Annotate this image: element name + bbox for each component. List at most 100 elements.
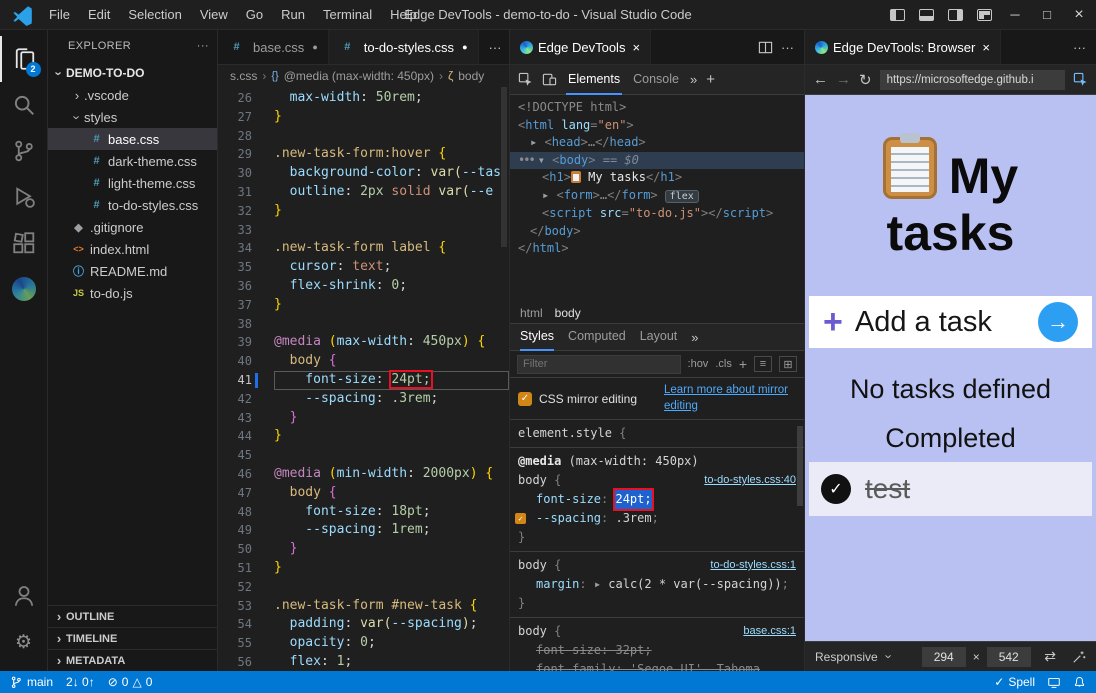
rotate-viewport-icon[interactable]: ⇄ xyxy=(1044,648,1056,665)
code-line[interactable]: body { xyxy=(274,352,509,371)
menu-go[interactable]: Go xyxy=(237,0,272,30)
style-rule-row[interactable]: margin: ▸ calc(2 * var(--spacing)); xyxy=(510,575,804,594)
tab-to-do-styles-css[interactable]: # to-do-styles.css ● xyxy=(329,30,479,64)
code-line[interactable]: opacity: 0; xyxy=(274,634,509,653)
run-debug-icon[interactable] xyxy=(0,174,48,220)
tab-computed[interactable]: Computed xyxy=(568,324,626,351)
toggle-sidebar-icon[interactable] xyxy=(890,9,905,21)
mirror-editing-checkbox[interactable]: ✓ xyxy=(518,392,532,406)
style-rule-row[interactable]: } xyxy=(510,528,804,547)
close-tab-icon[interactable]: × xyxy=(982,40,990,55)
viewport-height-input[interactable]: 542 xyxy=(987,647,1031,667)
explorer-icon[interactable]: 2 xyxy=(0,36,48,82)
style-rule-row[interactable]: ✓--spacing: .3rem; xyxy=(510,509,804,528)
code-line[interactable]: font-size: 18pt; xyxy=(274,503,509,522)
menu-view[interactable]: View xyxy=(191,0,237,30)
reload-icon[interactable]: ↻ xyxy=(859,71,872,89)
hide-lines-icon[interactable]: ≡ xyxy=(754,356,772,372)
code-line[interactable]: } xyxy=(274,108,509,127)
code-line[interactable]: --spacing: 1rem; xyxy=(274,521,509,540)
code-line[interactable] xyxy=(274,578,509,597)
explorer-item-light-theme.css[interactable]: #light-theme.css xyxy=(48,172,217,194)
tab-styles[interactable]: Styles xyxy=(520,324,554,351)
code-line[interactable]: .new-task-form label { xyxy=(274,239,509,258)
minimize-button[interactable]: ─ xyxy=(1006,7,1024,22)
search-icon[interactable] xyxy=(0,82,48,128)
style-rule-row[interactable]: body {to-do-styles.css:1 xyxy=(510,556,804,575)
dom-node[interactable]: •••▾ <body> == $0 xyxy=(510,152,804,170)
stylesheet-link[interactable]: to-do-styles.css:1 xyxy=(702,556,796,575)
device-emulation-icon[interactable] xyxy=(542,72,557,87)
style-rule-row[interactable]: body {base.css:1 xyxy=(510,622,804,641)
style-rule-row[interactable]: body {to-do-styles.css:40 xyxy=(510,471,804,490)
url-bar[interactable]: https://microsoftedge.github.i xyxy=(880,70,1065,90)
sync-indicator[interactable]: 2↓ 0↑ xyxy=(66,675,95,689)
menu-edit[interactable]: Edit xyxy=(79,0,119,30)
tab-console[interactable]: Console xyxy=(631,65,681,95)
dom-node[interactable]: </html> xyxy=(510,240,804,258)
breadcrumb-media[interactable]: @media (max-width: 450px) xyxy=(284,69,434,83)
code-line[interactable]: max-width: 50rem; xyxy=(274,89,509,108)
branch-indicator[interactable]: main xyxy=(10,675,53,689)
new-task-form[interactable]: + Add a task → xyxy=(809,296,1092,348)
settings-gear-icon[interactable]: ⚙ xyxy=(0,619,48,665)
dom-node[interactable]: </body> xyxy=(510,223,804,241)
dom-node[interactable]: <script src="to-do.js"></script> xyxy=(510,205,804,223)
stylesheet-link[interactable]: to-do-styles.css:40 xyxy=(696,471,796,490)
code-line[interactable]: } xyxy=(274,409,509,428)
explorer-root-folder[interactable]: › DEMO-TO-DO xyxy=(48,62,217,84)
explorer-item-index.html[interactable]: <>index.html xyxy=(48,238,217,260)
code-editor[interactable]: 2627282930313233343536373839404142434445… xyxy=(218,87,509,671)
sidebar-section-metadata[interactable]: ›METADATA xyxy=(48,649,217,671)
viewport-width-input[interactable]: 294 xyxy=(922,647,966,667)
grid-overlay-icon[interactable]: ⊞ xyxy=(779,356,797,372)
explorer-item-styles[interactable]: ›styles xyxy=(48,106,217,128)
code-area[interactable]: max-width: 50rem;}.new-task-form:hover {… xyxy=(264,89,509,671)
code-line[interactable]: } xyxy=(274,540,509,559)
dom-node[interactable]: <!DOCTYPE html> xyxy=(510,99,804,117)
modified-dot[interactable]: ● xyxy=(462,42,467,52)
code-line[interactable]: } xyxy=(274,202,509,221)
sidebar-section-outline[interactable]: ›OUTLINE xyxy=(48,605,217,627)
style-rule-row[interactable]: font-size: 32pt; xyxy=(510,641,804,660)
code-line[interactable]: font-size: 24pt; xyxy=(274,371,509,390)
device-mode-dropdown[interactable]: Responsive › xyxy=(815,649,896,664)
source-control-icon[interactable] xyxy=(0,128,48,174)
pseudo-state-button[interactable]: :hov xyxy=(688,358,709,370)
edge-devtools-icon[interactable] xyxy=(0,266,48,312)
style-rule-row[interactable]: font-family: 'Segoe UI', Tahoma xyxy=(510,660,804,671)
code-line[interactable]: body { xyxy=(274,484,509,503)
completed-task-item[interactable]: ✓ test xyxy=(809,462,1092,516)
style-rule-row[interactable]: } xyxy=(510,594,804,613)
check-icon[interactable]: ✓ xyxy=(821,474,851,504)
menu-run[interactable]: Run xyxy=(272,0,314,30)
code-line[interactable] xyxy=(274,127,509,146)
split-editor-icon[interactable] xyxy=(758,40,773,55)
explorer-item-to-do-styles.css[interactable]: #to-do-styles.css xyxy=(48,194,217,216)
code-line[interactable]: flex-shrink: 0; xyxy=(274,277,509,296)
explorer-item-to-do.js[interactable]: JSto-do.js xyxy=(48,282,217,304)
toggle-panel-icon[interactable] xyxy=(919,9,934,21)
screencast-icon[interactable] xyxy=(1047,676,1061,689)
more-tabs-icon[interactable]: » xyxy=(690,72,697,87)
code-line[interactable]: } xyxy=(274,296,509,315)
tab-edge-devtools-browser[interactable]: Edge DevTools: Browser × xyxy=(805,30,1001,64)
maximize-button[interactable]: □ xyxy=(1038,7,1056,22)
menu-selection[interactable]: Selection xyxy=(119,0,190,30)
menu-terminal[interactable]: Terminal xyxy=(314,0,381,30)
styles-scrollbar[interactable] xyxy=(797,426,803,506)
add-task-label[interactable]: Add a task xyxy=(855,306,992,339)
code-line[interactable]: .new-task-form #new-task { xyxy=(274,597,509,616)
code-line[interactable]: } xyxy=(274,427,509,446)
toggle-secondary-sidebar-icon[interactable] xyxy=(948,9,963,21)
mirror-prop-checkbox[interactable]: ✓ xyxy=(515,513,526,524)
menu-file[interactable]: File xyxy=(40,0,79,30)
code-line[interactable]: @media (min-width: 2000px) { xyxy=(274,465,509,484)
code-line[interactable]: flex: 1; xyxy=(274,653,509,671)
accounts-icon[interactable] xyxy=(0,573,48,619)
editor-more-actions-icon[interactable]: ··· xyxy=(489,40,502,55)
menu-help[interactable]: Help xyxy=(381,0,426,30)
code-line[interactable]: cursor: text; xyxy=(274,258,509,277)
customize-layout-icon[interactable] xyxy=(977,9,992,21)
code-line[interactable]: } xyxy=(274,559,509,578)
